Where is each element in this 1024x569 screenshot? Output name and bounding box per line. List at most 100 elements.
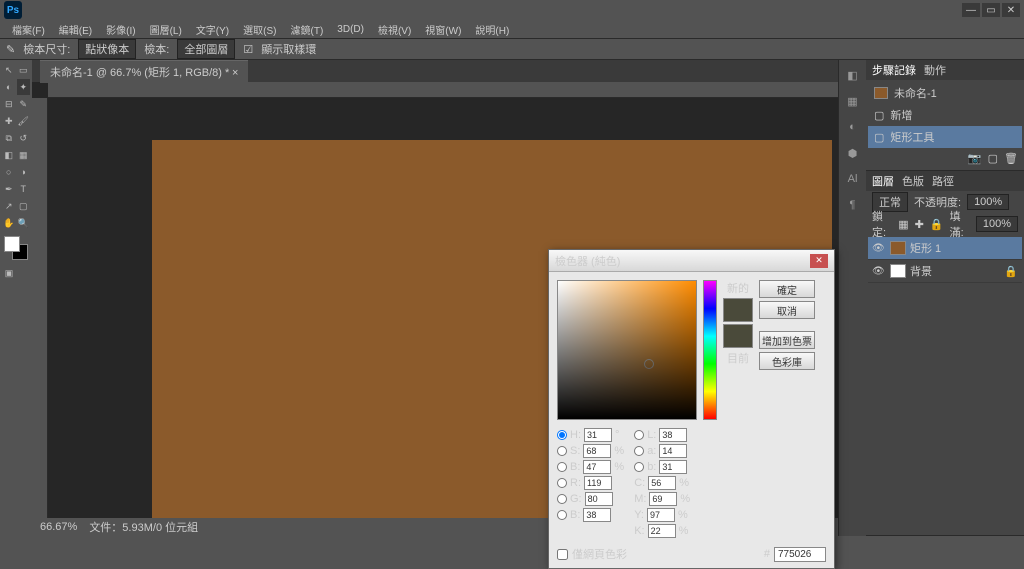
l-input[interactable] bbox=[659, 428, 687, 442]
color-cursor[interactable] bbox=[644, 359, 654, 369]
menu-view[interactable]: 檢視(V) bbox=[372, 20, 417, 39]
layer-item[interactable]: 👁 背景 🔒 bbox=[868, 260, 1022, 283]
history-step[interactable]: ▢矩形工具 bbox=[868, 126, 1022, 148]
opacity-input[interactable]: 100% bbox=[967, 194, 1009, 210]
sample-size-select[interactable]: 點狀像本 bbox=[78, 39, 136, 59]
document-tab[interactable]: 未命名-1 @ 66.7% (矩形 1, RGB/8) * × bbox=[40, 60, 248, 83]
a-input[interactable] bbox=[659, 444, 687, 458]
menu-type[interactable]: 文字(Y) bbox=[190, 20, 235, 39]
g-radio[interactable] bbox=[557, 494, 567, 504]
history-snapshot-icon[interactable]: 📷 bbox=[968, 152, 982, 168]
blur-tool[interactable]: ○ bbox=[2, 164, 16, 180]
lock-pixels-icon[interactable]: ▦ bbox=[898, 218, 908, 231]
menu-image[interactable]: 影像(I) bbox=[100, 20, 141, 39]
zoom-level[interactable]: 66.67% bbox=[40, 521, 77, 533]
menu-file[interactable]: 檔案(F) bbox=[6, 20, 51, 39]
cancel-button[interactable]: 取消 bbox=[759, 301, 815, 319]
g-input[interactable] bbox=[585, 492, 613, 506]
bv-input[interactable] bbox=[583, 460, 611, 474]
fg-color[interactable] bbox=[4, 236, 20, 252]
visibility-icon[interactable]: 👁 bbox=[872, 243, 886, 254]
show-ring-checkbox[interactable]: ☑ bbox=[243, 43, 253, 56]
color-swatch[interactable] bbox=[4, 236, 28, 260]
heal-tool[interactable]: ✚ bbox=[2, 113, 16, 129]
close-icon[interactable]: ✕ bbox=[810, 254, 828, 268]
adjustments-panel-icon[interactable]: ◐ bbox=[844, 118, 862, 136]
brush-tool[interactable]: 🖌 bbox=[17, 113, 31, 129]
b3-radio[interactable] bbox=[634, 462, 644, 472]
color-libraries-button[interactable]: 色彩庫 bbox=[759, 352, 815, 370]
character-panel-icon[interactable]: Al bbox=[844, 170, 862, 188]
shape-tool[interactable]: ▢ bbox=[17, 198, 31, 214]
actions-tab[interactable]: 動作 bbox=[924, 62, 946, 78]
s-input[interactable] bbox=[583, 444, 611, 458]
history-brush-tool[interactable]: ↺ bbox=[17, 130, 31, 146]
menu-filter[interactable]: 濾鏡(T) bbox=[285, 20, 330, 39]
history-doc[interactable]: 未命名-1 bbox=[868, 82, 1022, 104]
hue-slider[interactable] bbox=[703, 280, 717, 420]
close-window-button[interactable]: ✕ bbox=[1002, 3, 1020, 17]
color-field[interactable] bbox=[557, 280, 697, 420]
magic-wand-tool[interactable]: ✦ bbox=[17, 79, 31, 95]
b-input[interactable] bbox=[583, 508, 611, 522]
b2-radio[interactable] bbox=[557, 510, 567, 520]
minimize-button[interactable]: — bbox=[962, 3, 980, 17]
s-radio[interactable] bbox=[557, 446, 567, 456]
gradient-tool[interactable]: ▦ bbox=[17, 147, 31, 163]
layer-name[interactable]: 矩形 1 bbox=[910, 240, 941, 256]
l-radio[interactable] bbox=[634, 430, 644, 440]
h-radio[interactable] bbox=[557, 430, 567, 440]
web-only-checkbox[interactable] bbox=[557, 549, 568, 560]
paragraph-panel-icon[interactable]: ¶ bbox=[844, 196, 862, 214]
lab-b-input[interactable] bbox=[659, 460, 687, 474]
menu-window[interactable]: 視窗(W) bbox=[419, 20, 467, 39]
styles-panel-icon[interactable]: ⬢ bbox=[844, 144, 862, 162]
pen-tool[interactable]: ✒ bbox=[2, 181, 16, 197]
y-input[interactable] bbox=[647, 508, 675, 522]
layer-thumb[interactable] bbox=[890, 264, 906, 278]
b-radio[interactable] bbox=[557, 462, 567, 472]
lasso-tool[interactable]: ◐ bbox=[2, 79, 16, 95]
add-swatch-button[interactable]: 增加到色票 bbox=[759, 331, 815, 349]
c-input[interactable] bbox=[648, 476, 676, 490]
color-panel-icon[interactable]: ◧ bbox=[844, 66, 862, 84]
quick-mask-tool[interactable]: ▣ bbox=[2, 265, 16, 281]
lock-all-icon[interactable]: 🔒 bbox=[930, 218, 944, 231]
fill-input[interactable]: 100% bbox=[976, 216, 1018, 232]
channels-tab[interactable]: 色版 bbox=[902, 173, 924, 189]
hand-tool[interactable]: ✋ bbox=[2, 215, 16, 231]
history-tab[interactable]: 步驟記錄 bbox=[872, 62, 916, 78]
history-new-icon[interactable]: ▢ bbox=[988, 152, 998, 168]
m-input[interactable] bbox=[649, 492, 677, 506]
history-delete-icon[interactable]: 🗑 bbox=[1004, 152, 1018, 168]
layers-tab[interactable]: 圖層 bbox=[872, 173, 894, 189]
menu-edit[interactable]: 編輯(E) bbox=[53, 20, 98, 39]
menu-help[interactable]: 說明(H) bbox=[469, 20, 515, 39]
k-input[interactable] bbox=[648, 524, 676, 538]
current-color-swatch[interactable] bbox=[723, 324, 753, 348]
menu-layer[interactable]: 圖層(L) bbox=[144, 20, 188, 39]
path-tool[interactable]: ↗ bbox=[2, 198, 16, 214]
r-radio[interactable] bbox=[557, 478, 567, 488]
marquee-tool[interactable]: ▭ bbox=[17, 62, 31, 78]
dodge-tool[interactable]: ◑ bbox=[17, 164, 31, 180]
eyedropper-tool[interactable]: ✎ bbox=[17, 96, 31, 112]
stamp-tool[interactable]: ⧉ bbox=[2, 130, 16, 146]
layer-thumb[interactable] bbox=[890, 241, 906, 255]
swatches-panel-icon[interactable]: ▦ bbox=[844, 92, 862, 110]
layer-item[interactable]: 👁 矩形 1 bbox=[868, 237, 1022, 260]
visibility-icon[interactable]: 👁 bbox=[872, 266, 886, 277]
zoom-tool[interactable]: 🔍 bbox=[17, 215, 31, 231]
sample-select[interactable]: 全部圖層 bbox=[177, 39, 235, 59]
hex-input[interactable] bbox=[774, 547, 826, 562]
doc-info[interactable]: 文件：5.93M/0 位元組 bbox=[89, 519, 198, 535]
lock-position-icon[interactable]: ✚ bbox=[915, 218, 924, 231]
eraser-tool[interactable]: ◧ bbox=[2, 147, 16, 163]
h-input[interactable] bbox=[584, 428, 612, 442]
menu-select[interactable]: 選取(S) bbox=[237, 20, 282, 39]
tab-close-icon[interactable]: × bbox=[232, 67, 238, 79]
paths-tab[interactable]: 路徑 bbox=[932, 173, 954, 189]
menu-3d[interactable]: 3D(D) bbox=[331, 22, 370, 37]
maximize-button[interactable]: ▭ bbox=[982, 3, 1000, 17]
type-tool[interactable]: T bbox=[17, 181, 31, 197]
